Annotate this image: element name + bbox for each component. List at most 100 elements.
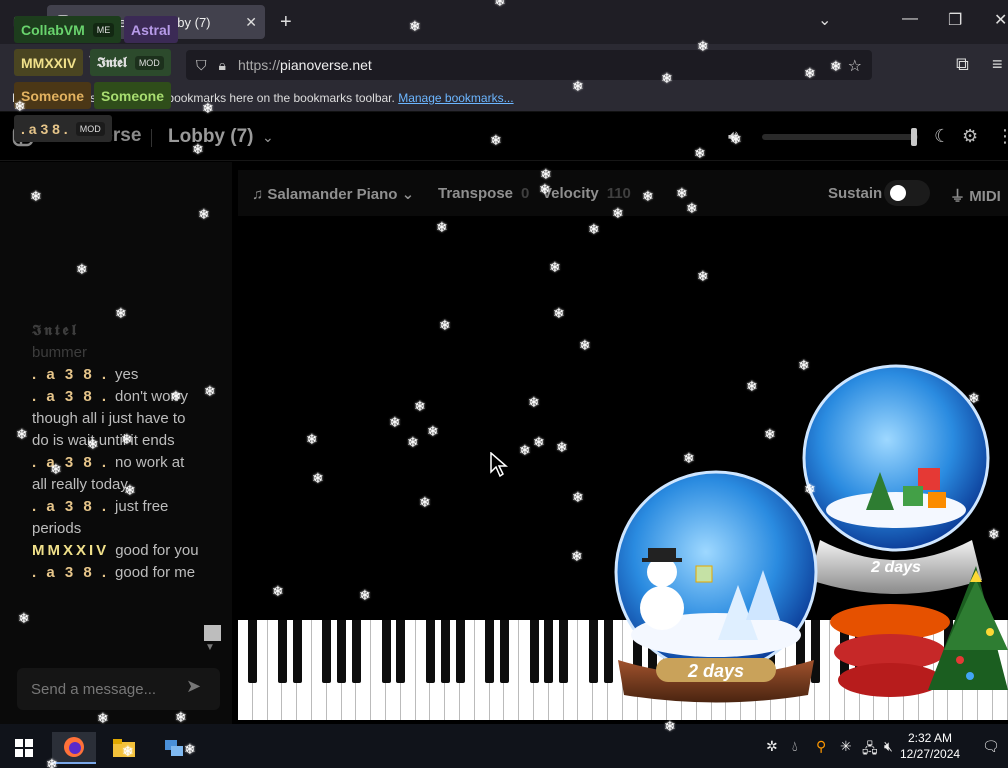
black-key[interactable] — [588, 620, 598, 683]
url-text[interactable]: https://pianoverse.net — [238, 57, 372, 73]
maximize-icon[interactable]: ❐ — [948, 10, 962, 30]
instrument-select[interactable]: ♫ Salamander Piano ⌄ — [252, 185, 414, 203]
globe-right-label: 2 days — [870, 559, 921, 576]
black-key[interactable] — [499, 620, 509, 683]
moon-icon[interactable]: ☾ — [934, 126, 950, 147]
close-tab-icon[interactable]: ✕ — [245, 14, 257, 31]
user-badge: MOD — [134, 55, 164, 70]
send-icon[interactable]: ➤ — [186, 676, 201, 697]
file-explorer-icon[interactable] — [102, 732, 146, 764]
black-key[interactable] — [425, 620, 435, 683]
close-window-icon[interactable]: ✕ — [994, 10, 1007, 30]
app-header: Pianoverse Lobby (7) ⌄ 🔊︎ ☾ ⚙ ⋮ — [0, 113, 1008, 161]
windows-start-icon[interactable] — [2, 732, 46, 764]
black-key[interactable] — [529, 620, 539, 683]
black-key[interactable] — [292, 620, 302, 683]
user-chip[interactable]: . a 3 8 . MOD — [14, 115, 112, 142]
manage-bookmarks-link[interactable]: Manage bookmarks... — [398, 91, 513, 105]
volume-muted-icon[interactable]: 🔇︎ — [884, 738, 893, 755]
chat-message: . a 3 8 . just free periods — [32, 496, 202, 540]
lock-icon[interactable]: 🔒︎ — [219, 57, 226, 74]
clock[interactable]: 2:32 AM 12/27/2024 — [900, 730, 960, 762]
bookmark-star-icon[interactable]: ☆ — [848, 56, 862, 76]
chat-author[interactable]: . a 3 8 . — [32, 454, 109, 471]
chat-message: MMXXIV good for you — [32, 540, 202, 562]
user-chip[interactable]: Someone — [94, 82, 172, 109]
tray-app-icon[interactable]: ✲ — [766, 738, 778, 755]
volume-icon[interactable]: 🔊︎ — [728, 127, 739, 147]
minimize-icon[interactable]: — — [902, 10, 918, 28]
chat-scrollbar[interactable] — [204, 625, 221, 641]
mouse-cursor-icon — [490, 452, 508, 478]
clock-date: 12/27/2024 — [900, 747, 961, 761]
header-divider — [151, 129, 152, 147]
user-chip[interactable]: Someone — [14, 82, 92, 109]
user-chip[interactable]: 𝕴𝖓𝖙𝖊𝖑 MOD — [90, 49, 171, 76]
transpose-control[interactable]: Transpose 0 — [438, 185, 529, 202]
network-app-icon[interactable] — [152, 732, 196, 764]
network-icon[interactable]: 🖧︎ — [862, 738, 878, 762]
url-bar[interactable]: ⛉ 🔒︎ https://pianoverse.net ☆ — [186, 50, 872, 80]
chat-log: 𝕴𝖓𝖙𝖊𝖑 bummer . a 3 8 . yes . a 3 8 . don't wo… — [32, 320, 202, 584]
instrument-label: Salamander Piano — [267, 186, 398, 203]
music-note-icon: ♫ — [252, 186, 264, 203]
globe-left-label: 2 days — [687, 661, 744, 681]
black-key[interactable] — [440, 620, 450, 683]
black-key[interactable] — [277, 620, 287, 683]
extensions-icon[interactable]: ⧉ — [956, 54, 969, 75]
user-chip[interactable]: MMXXIV — [14, 49, 84, 76]
chat-author[interactable]: MMXXIV — [32, 542, 109, 559]
new-tab-button[interactable]: + — [280, 12, 292, 32]
black-key[interactable] — [559, 620, 569, 683]
more-icon[interactable]: ⋮ — [996, 126, 1008, 147]
chat-author[interactable]: . a 3 8 . — [32, 388, 109, 405]
christmas-decoration: 2 days 2 days — [614, 364, 1008, 703]
transpose-label: Transpose — [438, 185, 514, 202]
black-key[interactable] — [455, 620, 465, 683]
tray-star-icon[interactable]: ✳ — [840, 738, 852, 755]
user-name: Someone — [21, 87, 85, 104]
chat-text: good for me — [115, 564, 196, 581]
black-key[interactable] — [381, 620, 391, 683]
midi-button[interactable]: ⏚ MIDI — [950, 185, 1001, 206]
menu-icon[interactable]: ≡ — [992, 54, 1003, 75]
user-name: MMXXIV — [21, 54, 77, 71]
windows-taskbar: ✲ 💧︎ ⚲ ✳ 🖧︎ 🔇︎ 2:32 AM 12/27/2024 🗨︎ — [0, 724, 1008, 768]
velocity-control[interactable]: Velocity 110 — [542, 185, 631, 202]
velocity-label: Velocity — [542, 185, 599, 202]
volume-slider-thumb[interactable] — [911, 128, 917, 146]
list-all-tabs-icon[interactable]: ⌄ — [818, 10, 831, 30]
scroll-down-icon[interactable]: ▼ — [205, 642, 215, 653]
velocity-value: 110 — [606, 185, 631, 202]
black-key[interactable] — [351, 620, 361, 683]
black-key[interactable] — [248, 620, 258, 683]
chat-author[interactable]: . a 3 8 . — [32, 366, 109, 383]
firefox-icon[interactable] — [52, 732, 96, 764]
volume-slider[interactable] — [762, 128, 918, 146]
chevron-down-icon[interactable]: ⌄ — [262, 129, 274, 146]
chat-message: . a 3 8 . don't worry though all i just h… — [32, 386, 202, 452]
chat-author[interactable]: 𝕴𝖓𝖙𝖊𝖑 — [32, 322, 79, 339]
room-title[interactable]: Lobby (7) — [168, 126, 254, 148]
chat-text: bummer — [32, 344, 88, 361]
tray-search-icon[interactable]: ⚲ — [816, 738, 826, 755]
notifications-icon[interactable]: 🗨︎ — [982, 738, 1000, 755]
chat-message: bummer — [32, 342, 202, 364]
user-chip[interactable]: CollabVM ME — [14, 16, 122, 43]
chat-message: 𝕴𝖓𝖙𝖊𝖑 — [32, 320, 202, 342]
user-name: . a 3 8 . — [21, 120, 68, 137]
black-key[interactable] — [396, 620, 406, 683]
sustain-toggle[interactable] — [884, 180, 930, 206]
user-chip[interactable]: Astral — [124, 16, 178, 43]
shield-icon[interactable]: ⛉ — [196, 57, 207, 74]
black-key[interactable] — [337, 620, 347, 683]
black-key[interactable] — [544, 620, 554, 683]
chat-author[interactable]: . a 3 8 . — [32, 564, 109, 581]
midi-label: MIDI — [969, 188, 1001, 205]
tray-drop-icon[interactable]: 💧︎ — [792, 738, 798, 755]
chat-message: . a 3 8 . good for me — [32, 562, 202, 584]
chat-author[interactable]: . a 3 8 . — [32, 498, 109, 515]
black-key[interactable] — [322, 620, 332, 683]
gear-icon[interactable]: ⚙ — [962, 126, 978, 147]
black-key[interactable] — [485, 620, 495, 683]
